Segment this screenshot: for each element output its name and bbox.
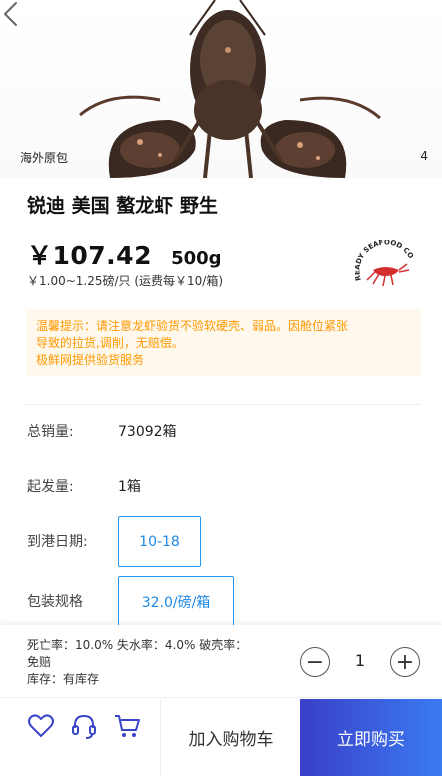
divider [26,404,421,405]
quantity-increase-button[interactable]: + [390,647,420,677]
quality-stats: 死亡率：10.0% 失水率：4.0% 破壳率： 免赔 库存：有库存 [27,637,282,688]
image-pager: 4 [420,149,428,163]
buy-now-button[interactable]: 立即购买 [300,699,442,776]
warning-notice: 温馨提示：请注意龙虾验货不验软硬壳、弱品。因舱位紧张 导致的拉货,调削，无赔偿。… [26,309,421,376]
product-weight: 500g [171,248,222,269]
notice-line: 导致的拉货,调削，无赔偿。 [36,336,184,350]
stats-rates: 死亡率：10.0% 失水率：4.0% 破壳率： [27,638,248,652]
back-arrow-icon[interactable] [0,0,22,28]
product-hero-image: 海外原包 4 [0,0,442,178]
min-order-label: 起发量: [27,479,74,495]
headset-icon[interactable] [70,712,98,740]
product-price: ￥107.42 [27,241,152,270]
package-spec-option[interactable]: 32.0/磅/箱 [118,576,234,628]
arrival-date-label: 到港日期: [27,534,88,550]
price-note: ￥1.00~1.25磅/只 (运费每￥10/箱) [27,274,224,288]
min-order-value: 1箱 [118,479,141,495]
quantity-value: 1 [354,651,366,670]
price-row: ￥107.42 500g [27,236,222,272]
notice-line: 极鲜网提供验货服务 [36,353,145,367]
heart-icon[interactable] [27,712,55,740]
divider [0,697,442,698]
sales-label: 总销量: [27,424,74,440]
origin-label: 海外原包 [20,151,69,165]
brand-logo: READY SEAFOOD CO [355,240,415,287]
package-spec-label: 包装规格 [27,594,83,610]
arrival-date-option[interactable]: 10-18 [118,516,201,567]
stats-exemption: 免赔 [27,655,52,669]
notice-line: 温馨提示：请注意龙虾验货不验软硬壳、弱品。因舱位紧张 [36,319,349,333]
product-title: 锐迪 美国 螯龙虾 野生 [27,195,218,217]
quantity-decrease-button[interactable]: − [300,647,330,677]
add-to-cart-button[interactable]: 加入购物车 [160,699,301,776]
stats-stock: 库存：有库存 [27,672,100,686]
sales-value: 73092箱 [118,424,177,440]
cart-icon[interactable] [113,712,141,740]
